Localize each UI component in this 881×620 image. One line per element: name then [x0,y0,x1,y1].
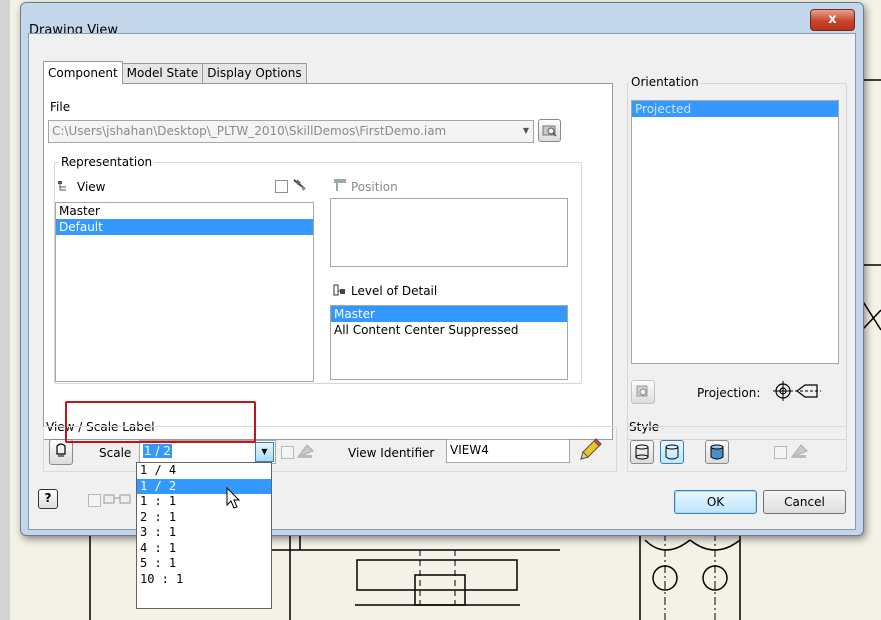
tab-model-state[interactable]: Model State [121,63,204,83]
scale-option[interactable]: 10 : 1 [137,572,271,588]
list-item[interactable]: All Content Center Suppressed [331,322,567,338]
view-rep-list[interactable]: Master Default [55,202,314,382]
associative-checkbox[interactable] [275,180,288,193]
style-shaded-button[interactable] [705,440,729,464]
file-label: File [50,100,71,114]
glasses-icon [103,494,131,504]
component-tab-panel: File C:\Users\jshahan\Desktop\_PLTW_2010… [43,83,613,440]
level-of-detail-icon [333,284,345,296]
cancel-button[interactable]: Cancel [763,490,846,514]
scale-option[interactable]: 3 : 1 [137,525,271,541]
scale-option[interactable]: 1 : 1 [137,494,271,510]
style-hidden-line-button[interactable] [630,440,654,464]
scale-from-base-checkbox[interactable] [281,446,294,459]
file-path-text: C:\Users\jshahan\Desktop\_PLTW_2010\Skil… [52,124,447,138]
dialog-client-area: Component Model State Display Options Fi… [28,33,856,530]
edit-view-label-button[interactable] [576,437,603,464]
scale-label: Scale [99,446,132,460]
tab-component[interactable]: Component [43,61,123,84]
shaded-icon [710,444,724,460]
tab-strip: Component Model State Display Options [43,61,307,84]
scale-dropdown-list[interactable]: 1 / 4 1 / 2 1 : 1 2 : 1 3 : 1 4 : 1 5 : … [136,462,272,609]
view-rep-label: View [77,180,106,194]
chevron-down-icon: ▼ [522,126,529,135]
view-identifier-value: VIEW4 [450,443,489,457]
representation-label: Representation [59,155,155,169]
browse-file-button[interactable] [538,119,561,142]
scale-option[interactable]: 1 / 2 [137,478,271,494]
close-icon: x [828,12,837,27]
position-rep-label: Position [351,180,398,194]
view-identifier-label: View Identifier [348,446,435,460]
projection-type-icon[interactable] [773,381,823,401]
file-path-combo[interactable]: C:\Users\jshahan\Desktop\_PLTW_2010\Skil… [48,120,534,143]
scale-option[interactable]: 5 : 1 [137,556,271,572]
close-button[interactable]: x [810,9,855,31]
projection-label: Projection: [697,386,761,400]
level-of-detail-label: Level of Detail [351,284,438,298]
display-option-checkbox[interactable] [88,494,101,507]
hidden-line-icon [635,444,649,460]
drawing-view-dialog: Drawing View x Component Model State Dis… [20,2,864,536]
orientation-list[interactable]: Projected [631,100,839,364]
scale-option[interactable]: 2 : 1 [137,510,271,526]
lightbulb-icon [56,443,66,457]
style-hidden-line-removed-button[interactable] [660,440,684,464]
mouse-pointer-icon [226,487,241,509]
window-edge-strip [0,0,10,620]
position-rep-icon [334,179,346,191]
ok-button[interactable]: OK [674,490,757,514]
list-item[interactable]: Projected [632,101,838,117]
position-rep-list[interactable] [330,198,568,267]
tab-display-options[interactable]: Display Options [202,63,307,83]
scale-dropdown-button[interactable]: ▼ [255,442,274,462]
help-icon: ? [44,491,52,505]
scale-option[interactable]: 1 / 4 [137,463,271,479]
level-of-detail-list[interactable]: Master All Content Center Suppressed [330,305,568,380]
representation-group: Representation View Master Default Posit… [54,155,582,384]
custom-view-button[interactable] [631,380,655,404]
scale-value[interactable]: 1 / 2 [143,444,172,458]
associative-icon [293,179,306,191]
scale-from-base-icon [296,444,314,459]
hidden-line-removed-icon [665,444,679,460]
scale-highlight-box [65,401,256,443]
list-item[interactable]: Master [56,203,313,219]
orientation-label: Orientation [629,75,701,89]
help-button[interactable]: ? [38,489,58,509]
scale-option[interactable]: 4 : 1 [137,541,271,557]
list-item[interactable]: Master [331,306,567,322]
custom-view-icon [636,385,648,397]
list-item[interactable]: Default [56,219,313,235]
scale-combo[interactable]: 1 / 2 ▼ [139,440,276,464]
pencil-icon [579,438,602,460]
view-identifier-input[interactable]: VIEW4 [446,439,570,463]
style-from-base-icon [790,444,808,459]
browse-folder-icon [542,125,557,137]
title-bar[interactable]: Drawing View x [21,3,863,38]
style-from-base-checkbox[interactable] [774,446,787,459]
view-rep-icon [58,181,66,191]
orientation-group: Orientation Projected Projection: [627,75,847,440]
chevron-down-icon: ▼ [261,447,268,456]
